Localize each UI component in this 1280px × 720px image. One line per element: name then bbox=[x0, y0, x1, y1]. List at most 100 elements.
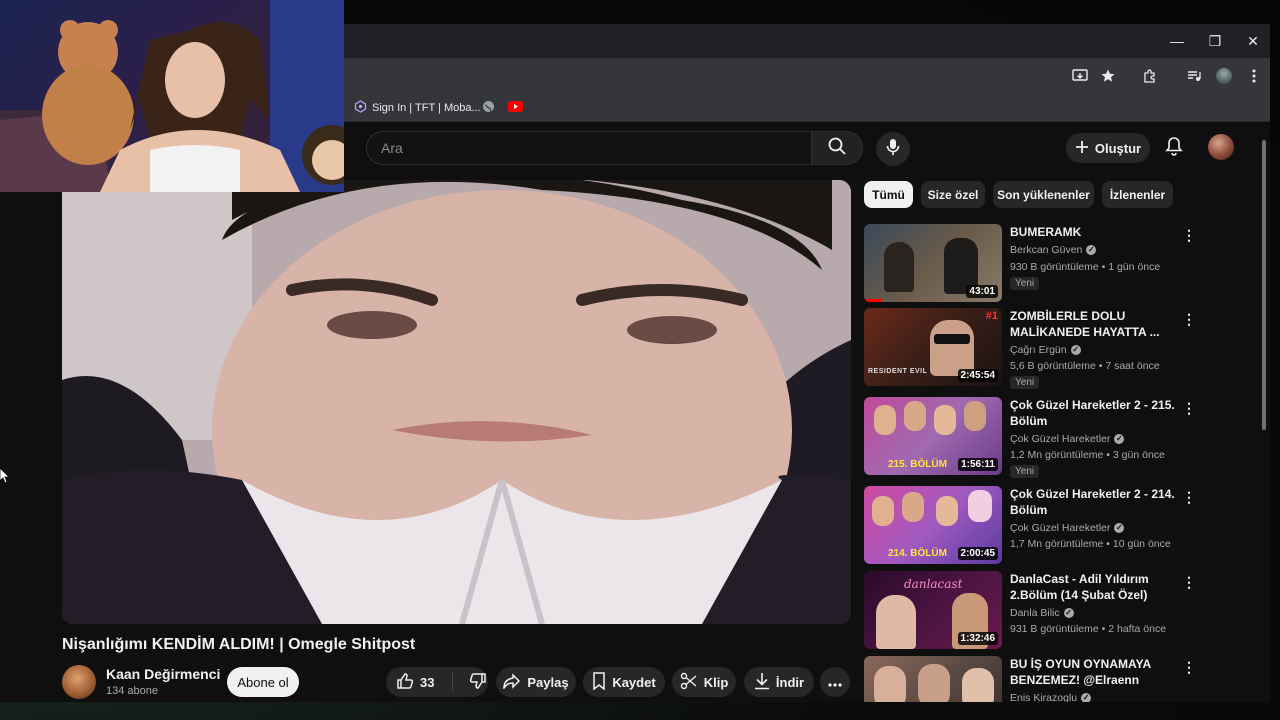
channel-name[interactable]: Danla Bilic ✓ bbox=[1010, 607, 1074, 619]
video-thumbnail[interactable]: 215. BÖLÜM 1:56:11 bbox=[864, 397, 1002, 475]
view-count: 5,6 B görüntüleme bbox=[1010, 360, 1096, 372]
video-title[interactable]: DanlaCast - Adil Yıldırım 2.Bölüm (14 Şu… bbox=[1010, 571, 1180, 603]
view-count: 931 B görüntüleme bbox=[1010, 623, 1099, 635]
video-thumbnail[interactable]: 214. BÖLÜM 2:00:45 bbox=[864, 486, 1002, 564]
avatar[interactable] bbox=[1208, 134, 1234, 160]
search-icon bbox=[828, 137, 846, 160]
video-duration: 1:32:46 bbox=[957, 632, 998, 645]
thumbnail-figure bbox=[962, 668, 994, 702]
dislike-button[interactable] bbox=[469, 672, 487, 693]
video-thumbnail[interactable]: danlacast 1:32:46 bbox=[864, 571, 1002, 649]
scrollbar-thumb[interactable] bbox=[1262, 140, 1266, 430]
view-count: 930 B görüntüleme bbox=[1010, 261, 1099, 273]
chip-all[interactable]: Tümü bbox=[864, 181, 913, 208]
channel-label: Çok Güzel Hareketler bbox=[1010, 522, 1111, 534]
search-button[interactable] bbox=[811, 131, 863, 165]
bookmark-globe[interactable] bbox=[482, 99, 495, 117]
minimize-button[interactable]: — bbox=[1158, 24, 1196, 58]
video-thumbnail[interactable]: 43:01 bbox=[864, 224, 1002, 302]
search-input[interactable]: Ara bbox=[366, 131, 811, 165]
video-title[interactable]: Çok Güzel Hareketler 2 - 215. Bölüm bbox=[1010, 397, 1180, 429]
video-metadata: 1,7 Mn görüntüleme • 10 gün önce bbox=[1010, 538, 1171, 550]
list-item[interactable]: 43:01 BUMERAMK Berkcan Güven ✓ 930 B gör… bbox=[864, 224, 1204, 306]
channel-name[interactable]: Kaan Değirmenci bbox=[106, 666, 220, 682]
list-item[interactable]: danlacast 1:32:46 DanlaCast - Adil Yıldı… bbox=[864, 571, 1204, 653]
thumbnail-figure bbox=[936, 496, 958, 526]
video-thumbnail[interactable] bbox=[864, 656, 1002, 702]
channel-label: Çağrı Ergün bbox=[1010, 344, 1067, 356]
thumbnail-figure bbox=[904, 401, 926, 431]
restore-button[interactable]: ❐ bbox=[1196, 24, 1234, 58]
list-item[interactable]: BU İŞ OYUN OYNAMAYA BENZEMEZ! @Elraenn Y… bbox=[864, 656, 1204, 702]
chrome-menu-icon[interactable] bbox=[1242, 64, 1266, 88]
bookmark-youtube[interactable] bbox=[508, 99, 523, 117]
save-button[interactable]: Kaydet bbox=[583, 667, 665, 697]
voice-search-button[interactable] bbox=[876, 132, 910, 166]
channel-name[interactable]: Çok Güzel Hareketler ✓ bbox=[1010, 433, 1125, 445]
chip-watched[interactable]: İzlenenler bbox=[1102, 181, 1173, 208]
youtube-page: Ara Oluştur Nişanlığımı KENDİM ALDIM! | … bbox=[0, 122, 1270, 702]
channel-avatar[interactable] bbox=[62, 665, 96, 699]
notifications-button[interactable] bbox=[1160, 134, 1188, 162]
thumbnail-figure bbox=[934, 405, 956, 435]
more-vertical-icon[interactable]: ⋮ bbox=[1182, 573, 1196, 591]
video-title[interactable]: Çok Güzel Hareketler 2 - 214. Bölüm bbox=[1010, 486, 1180, 518]
upload-age: 3 gün önce bbox=[1112, 449, 1165, 461]
more-vertical-icon[interactable]: ⋮ bbox=[1182, 488, 1196, 506]
video-thumbnail[interactable]: RESIDENT EVIL #1 2:45:54 bbox=[864, 308, 1002, 386]
page-scrollbar[interactable] bbox=[1260, 136, 1268, 702]
like-button[interactable]: 33 bbox=[396, 672, 434, 693]
subscribe-button[interactable]: Abone ol bbox=[227, 667, 299, 697]
channel-name[interactable]: Enis Kirazoglu ✓ bbox=[1010, 692, 1092, 702]
profile-icon[interactable] bbox=[1212, 64, 1236, 88]
video-title[interactable]: BUMERAMK bbox=[1010, 224, 1180, 240]
verified-check-icon: ✓ bbox=[1114, 523, 1125, 533]
watch-progress-bar bbox=[864, 299, 881, 302]
video-player[interactable] bbox=[62, 180, 851, 624]
webcam-frame bbox=[0, 0, 344, 192]
media-control-icon[interactable] bbox=[1182, 64, 1206, 88]
upload-age: 10 gün önce bbox=[1112, 538, 1171, 550]
create-button[interactable]: Oluştur bbox=[1066, 133, 1150, 163]
plus-icon bbox=[1075, 140, 1089, 157]
more-actions-button[interactable] bbox=[820, 667, 850, 697]
close-button[interactable]: ✕ bbox=[1234, 24, 1272, 58]
video-title[interactable]: BU İŞ OYUN OYNAMAYA BENZEMEZ! @Elraenn Y… bbox=[1010, 656, 1180, 690]
more-vertical-icon[interactable]: ⋮ bbox=[1182, 399, 1196, 417]
video-metadata: 931 B görüntüleme • 2 hafta önce bbox=[1010, 623, 1167, 635]
list-item[interactable]: RESIDENT EVIL #1 2:45:54 ZOMBİLERLE DOLU… bbox=[864, 308, 1204, 390]
thumbnail-text: RESIDENT EVIL bbox=[868, 368, 928, 375]
bookmark-star-icon[interactable] bbox=[1096, 64, 1120, 88]
verified-check-icon: ✓ bbox=[1114, 434, 1125, 444]
channel-name[interactable]: Berkcan Güven ✓ bbox=[1010, 244, 1097, 256]
clip-button[interactable]: Klip bbox=[672, 667, 736, 697]
list-item[interactable]: 214. BÖLÜM 2:00:45 Çok Güzel Hareketler … bbox=[864, 486, 1204, 568]
video-duration: 1:56:11 bbox=[958, 458, 998, 471]
chip-for-you[interactable]: Size özel bbox=[921, 181, 985, 208]
thumbnail-figure bbox=[874, 405, 896, 435]
thumbnail-figure bbox=[876, 595, 916, 649]
list-item[interactable]: 215. BÖLÜM 1:56:11 Çok Güzel Hareketler … bbox=[864, 397, 1204, 479]
more-vertical-icon[interactable]: ⋮ bbox=[1182, 310, 1196, 328]
more-vertical-icon[interactable]: ⋮ bbox=[1182, 226, 1196, 244]
thumbs-down-icon bbox=[469, 672, 487, 693]
more-vertical-icon[interactable]: ⋮ bbox=[1182, 658, 1196, 676]
video-title[interactable]: ZOMBİLERLE DOLU MALİKANEDE HAYATTA ... bbox=[1010, 308, 1180, 340]
youtube-icon bbox=[508, 101, 523, 115]
extensions-icon[interactable] bbox=[1138, 64, 1162, 88]
channel-name[interactable]: Çok Güzel Hareketler ✓ bbox=[1010, 522, 1125, 534]
subscriber-count: 134 abone bbox=[106, 685, 158, 697]
chip-recent[interactable]: Son yüklenenler bbox=[993, 181, 1094, 208]
scissors-icon bbox=[680, 672, 698, 693]
share-button[interactable]: Paylaş bbox=[496, 667, 576, 697]
share-icon bbox=[503, 672, 521, 692]
video-duration: 2:45:54 bbox=[957, 369, 998, 382]
verified-check-icon: ✓ bbox=[1063, 608, 1074, 618]
channel-name[interactable]: Çağrı Ergün ✓ bbox=[1010, 344, 1081, 356]
bookmark-tft[interactable]: Sign In | TFT | Moba... bbox=[354, 99, 481, 117]
video-metadata: 5,6 B görüntüleme • 7 saat önce bbox=[1010, 360, 1160, 372]
new-badge: Yeni bbox=[1010, 277, 1040, 290]
save-label: Kaydet bbox=[612, 674, 656, 690]
install-app-icon[interactable] bbox=[1068, 64, 1092, 88]
download-button[interactable]: İndir bbox=[744, 667, 814, 697]
